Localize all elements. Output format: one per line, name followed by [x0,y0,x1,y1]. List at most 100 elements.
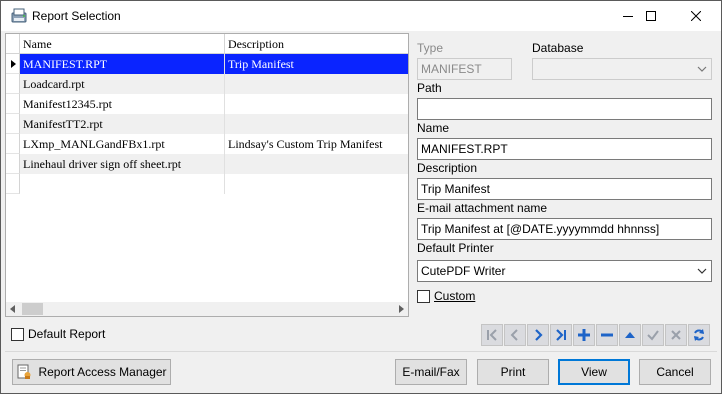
row-indicator [6,134,20,154]
cell-description[interactable] [225,174,408,194]
refresh-icon [694,329,704,341]
horizontal-scrollbar[interactable] [6,302,408,316]
nav-first-button[interactable] [481,324,503,346]
row-indicator [6,174,20,194]
nav-delete-button[interactable] [596,324,618,346]
nav-next-button[interactable] [527,324,549,346]
row-indicator [6,154,20,174]
table-row[interactable]: MANIFEST.RPT Trip Manifest [6,54,408,74]
default-printer-value: CutePDF Writer [421,264,506,278]
cell-description[interactable] [225,74,408,94]
default-printer-select[interactable]: CutePDF Writer [417,260,712,282]
nav-prior-button[interactable] [504,324,526,346]
report-access-icon [17,364,31,379]
email-fax-label: E-mail/Fax [402,365,460,379]
name-input[interactable]: MANIFEST.RPT [417,138,712,160]
custom-label: Custom [434,289,475,303]
triangle-up-icon [625,332,635,338]
grid-header: Name Description [6,34,408,54]
view-label: View [581,365,607,379]
maximize-icon [646,11,656,21]
nav-last-button[interactable] [550,324,572,346]
close-button[interactable] [673,1,719,31]
default-printer-label: Default Printer [417,241,494,255]
footer-divider [5,351,717,352]
cancel-label: Cancel [656,365,694,379]
default-report-label: Default Report [28,327,106,341]
title-bar: Report Selection [1,1,721,31]
cell-description[interactable] [225,114,408,134]
record-navigator [481,324,713,346]
minus-icon [601,333,613,337]
report-app-icon [11,8,27,23]
table-row-new[interactable] [6,174,408,194]
description-label: Description [417,161,478,175]
cell-description[interactable]: Trip Manifest [225,54,408,74]
view-button[interactable]: View [558,359,630,385]
scroll-thumb[interactable] [22,303,43,315]
column-header-description[interactable]: Description [225,34,408,54]
cell-name[interactable]: Manifest12345.rpt [20,94,225,114]
row-indicator [6,74,20,94]
chevron-down-icon[interactable] [693,261,711,281]
cell-name[interactable] [20,174,225,194]
nav-cancel-button[interactable] [665,324,687,346]
prior-record-icon [510,329,518,341]
custom-label-text: Custom [434,289,476,303]
report-access-manager-button[interactable]: Report Access Manager [12,359,171,385]
database-select [532,58,712,80]
print-label: Print [500,365,526,379]
scroll-right-icon[interactable] [397,305,405,313]
email-attachment-input[interactable]: Trip Manifest at [@DATE.yyyymmdd hhnnss] [417,218,712,240]
close-icon [691,11,701,21]
row-indicator [6,94,20,114]
default-report-checkbox[interactable] [11,328,24,341]
cell-name[interactable]: Loadcard.rpt [20,74,225,94]
table-row[interactable]: Manifest12345.rpt [6,94,408,114]
table-row[interactable]: Linehaul driver sign off sheet.rpt [6,154,408,174]
cell-description[interactable] [225,94,408,114]
table-row[interactable]: ManifestTT2.rpt [6,114,408,134]
email-fax-button[interactable]: E-mail/Fax [395,359,467,385]
nav-refresh-button[interactable] [688,324,710,346]
report-grid[interactable]: Name Description MANIFEST.RPT Trip Manif… [5,33,409,317]
checkmark-icon [647,330,659,341]
cell-name[interactable]: Linehaul driver sign off sheet.rpt [20,154,225,174]
window-title: Report Selection [32,9,121,23]
print-button[interactable]: Print [477,359,549,385]
header-indicator-cell [6,34,20,54]
plus-icon [578,329,590,341]
chevron-down-icon [693,59,711,79]
type-label: Type [417,41,444,55]
table-row[interactable]: Loadcard.rpt [6,74,408,94]
nav-insert-button[interactable] [573,324,595,346]
report-access-manager-label: Report Access Manager [38,365,167,379]
email-attachment-label: E-mail attachment name [417,201,548,215]
report-selection-window: Report Selection Name Description MANIFE… [0,0,722,394]
next-record-icon [535,329,543,341]
current-row-arrow-icon [11,60,16,68]
cell-name[interactable]: LXmp_MANLGandFBx1.rpt [20,134,225,154]
cell-name[interactable]: MANIFEST.RPT [20,54,225,74]
cell-name[interactable]: ManifestTT2.rpt [20,114,225,134]
type-field: MANIFEST [417,58,512,80]
nav-post-button[interactable] [642,324,664,346]
cell-description[interactable]: Lindsay's Custom Trip Manifest [225,134,408,154]
cross-icon [671,330,681,340]
path-label: Path [417,81,442,95]
database-label: Database [532,41,584,55]
name-label: Name [417,121,450,135]
nav-edit-button[interactable] [619,324,641,346]
path-input[interactable] [417,98,712,120]
custom-checkbox[interactable] [417,290,430,303]
table-row[interactable]: LXmp_MANLGandFBx1.rpt Lindsay's Custom T… [6,134,408,154]
maximize-button[interactable] [628,1,674,31]
row-indicator [6,114,20,134]
description-input[interactable]: Trip Manifest [417,178,712,200]
cancel-button[interactable]: Cancel [639,359,711,385]
column-header-name[interactable]: Name [20,34,225,54]
last-record-icon [556,329,566,341]
scroll-left-icon[interactable] [9,305,17,313]
first-record-icon [487,329,497,341]
cell-description[interactable] [225,154,408,174]
